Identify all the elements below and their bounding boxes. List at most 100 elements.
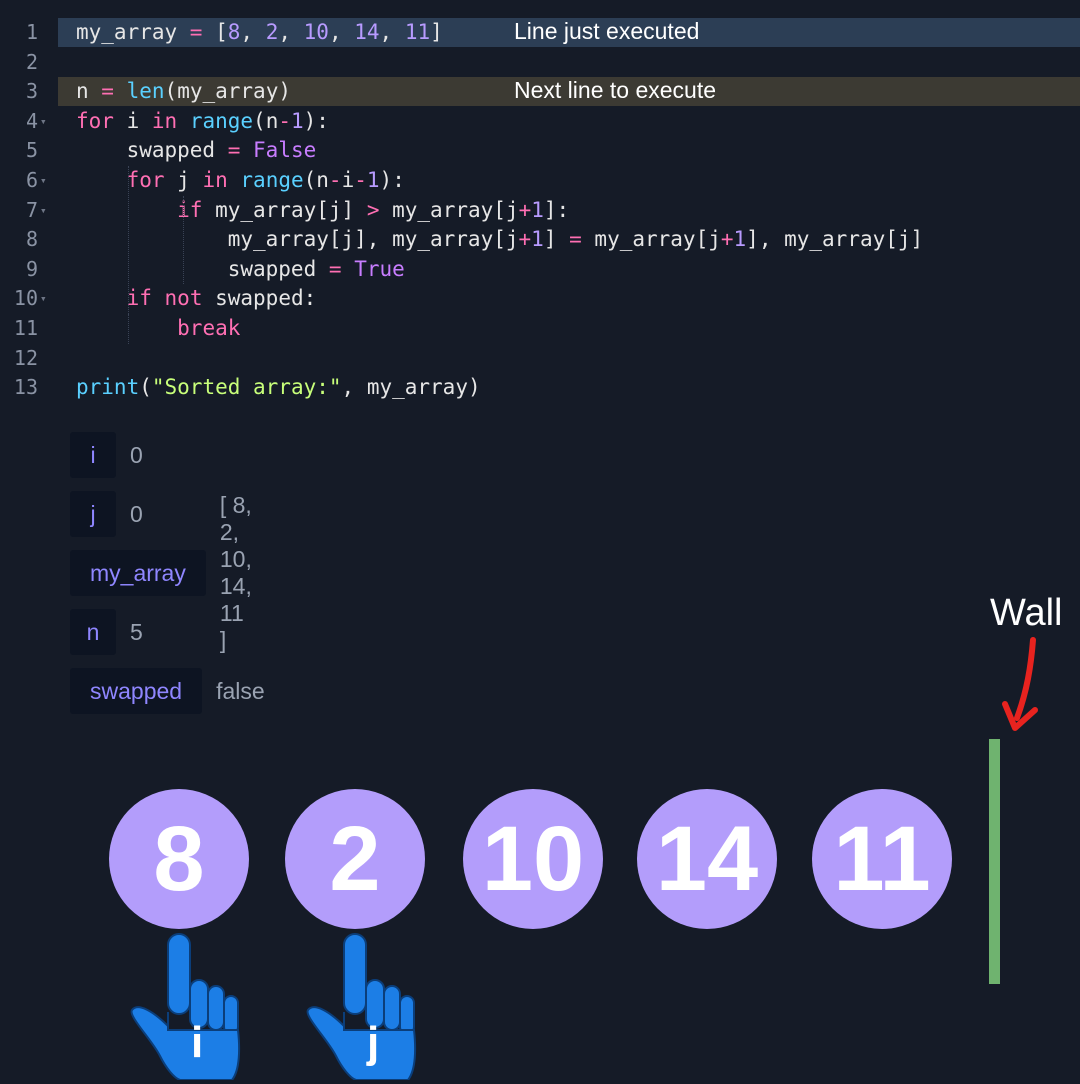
indent-guide (183, 195, 184, 285)
array-element-circle: 8 (109, 789, 249, 929)
code-text: my_array = [8, 2, 10, 14, 11] (76, 18, 443, 48)
code-token: 1 (733, 227, 747, 252)
code-token: = (189, 20, 203, 44)
variable-value: false (216, 677, 265, 704)
code-line[interactable]: 8 my_array[j], my_array[j+1] = my_array[… (0, 225, 1080, 255)
code-token: + (518, 197, 532, 222)
code-line[interactable]: 6 ▾ for j in range(n-i-1): (0, 166, 1080, 196)
code-token: ] (430, 20, 443, 44)
code-line[interactable]: 10 ▾ if not swapped: (0, 284, 1080, 314)
variable-n: n5 (70, 609, 143, 655)
code-token: ]: (543, 197, 570, 222)
code-token: 1 (291, 108, 304, 133)
code-line[interactable]: 13 print("Sorted array:", my_array) (0, 373, 1080, 403)
code-token: , (278, 20, 304, 44)
code-token: ], my_array[j] (746, 227, 924, 252)
code-token: len (126, 79, 165, 104)
code-line[interactable]: 7 ▾ if my_array[j] > my_array[j+1]: (0, 196, 1080, 226)
code-token: 10 (303, 20, 329, 44)
variable-value: 0 (130, 441, 143, 468)
code-token: + (720, 227, 734, 252)
code-token: 8 (227, 20, 241, 44)
variable-i: i0 (70, 432, 143, 478)
line-number: 6 (25, 167, 38, 192)
code-token: not (164, 286, 203, 311)
variable-value: 5 (130, 618, 143, 645)
array-element-circle: 2 (285, 789, 425, 929)
code-line[interactable]: 9 swapped = True (0, 255, 1080, 285)
code-token: ( (139, 375, 152, 400)
fold-chevron-icon[interactable]: ▾ (40, 284, 47, 314)
code-token: i (341, 167, 355, 192)
code-token: , (328, 20, 355, 44)
code-token: my_array (76, 20, 190, 44)
code-token: 1 (366, 167, 380, 192)
code-token: , (240, 20, 266, 44)
fold-chevron-icon[interactable]: ▾ (40, 196, 47, 226)
code-token: my_array[j], my_array[j (76, 227, 519, 252)
code-line[interactable]: 5 swapped = False (0, 136, 1080, 166)
variable-name: swapped (70, 668, 203, 714)
code-token: swapped (76, 256, 329, 281)
variable-j: j0 (70, 491, 143, 537)
wall-label: Wall (990, 592, 1063, 634)
line-number: 12 (13, 345, 38, 370)
code-line[interactable]: 11 break (0, 314, 1080, 344)
code-line[interactable]: 3 n = len(my_array) Next line to execute (0, 77, 1080, 107)
fold-chevron-icon[interactable]: ▾ (40, 166, 47, 196)
code-token: n (76, 79, 102, 104)
code-token: + (518, 227, 532, 252)
code-token: swapped (76, 138, 228, 163)
code-token: , my_array) (341, 375, 481, 400)
code-text: swapped = True (76, 255, 405, 285)
code-token: for (76, 108, 114, 133)
line-number: 2 (25, 49, 38, 74)
code-text: break (76, 314, 240, 344)
line-number: 10 (13, 286, 38, 311)
code-token: 1 (531, 227, 544, 252)
code-token: i (113, 108, 152, 133)
array-element-circle: 11 (812, 789, 952, 929)
line-number: 8 (25, 227, 38, 252)
code-token: [ (202, 20, 228, 44)
line-number: 7 (25, 197, 38, 222)
code-token: "Sorted array:" (151, 375, 342, 400)
code-token: - (354, 167, 367, 192)
code-text: if not swapped: (76, 284, 317, 314)
code-text: n = len(my_array) (76, 77, 291, 107)
code-editor: 1 my_array = [8, 2, 10, 14, 11] Line just … (0, 18, 1080, 403)
code-token: range (189, 108, 254, 133)
code-token: break (177, 315, 241, 340)
code-text: if my_array[j] > my_array[j+1]: (76, 196, 569, 226)
code-token: if (126, 286, 152, 311)
code-text: my_array[j], my_array[j+1] = my_array[j+… (76, 225, 923, 255)
code-line[interactable]: 1 my_array = [8, 2, 10, 14, 11] Line just … (0, 18, 1080, 48)
code-text: for j in range(n-i-1): (76, 166, 405, 196)
code-text: for i in range(n-1): (76, 107, 329, 137)
pointing-hand-icon (128, 930, 248, 1081)
variable-value: [ 8, 2, 10, 14, 11 ] (219, 492, 252, 653)
variable-my_array: my_array [ 8, 2, 10, 14, 11 ] (70, 492, 252, 653)
code-token: = (227, 138, 241, 163)
code-token: my_array[j] (202, 197, 367, 222)
code-line[interactable]: 12 (0, 344, 1080, 374)
code-token: = (328, 256, 342, 281)
code-token: print (76, 375, 140, 400)
fold-chevron-icon[interactable]: ▾ (40, 107, 47, 137)
code-token: my_array[j (379, 197, 519, 222)
code-token: j (164, 167, 203, 192)
pointer-label-j: j (367, 1018, 380, 1067)
code-line[interactable]: 4 ▾ for i in range(n-1): (0, 107, 1080, 137)
code-token: > (366, 197, 380, 222)
code-token: - (328, 167, 342, 192)
code-text: swapped = False (76, 136, 317, 166)
code-line[interactable]: 2 (0, 48, 1080, 78)
wall-bar (989, 739, 1000, 984)
